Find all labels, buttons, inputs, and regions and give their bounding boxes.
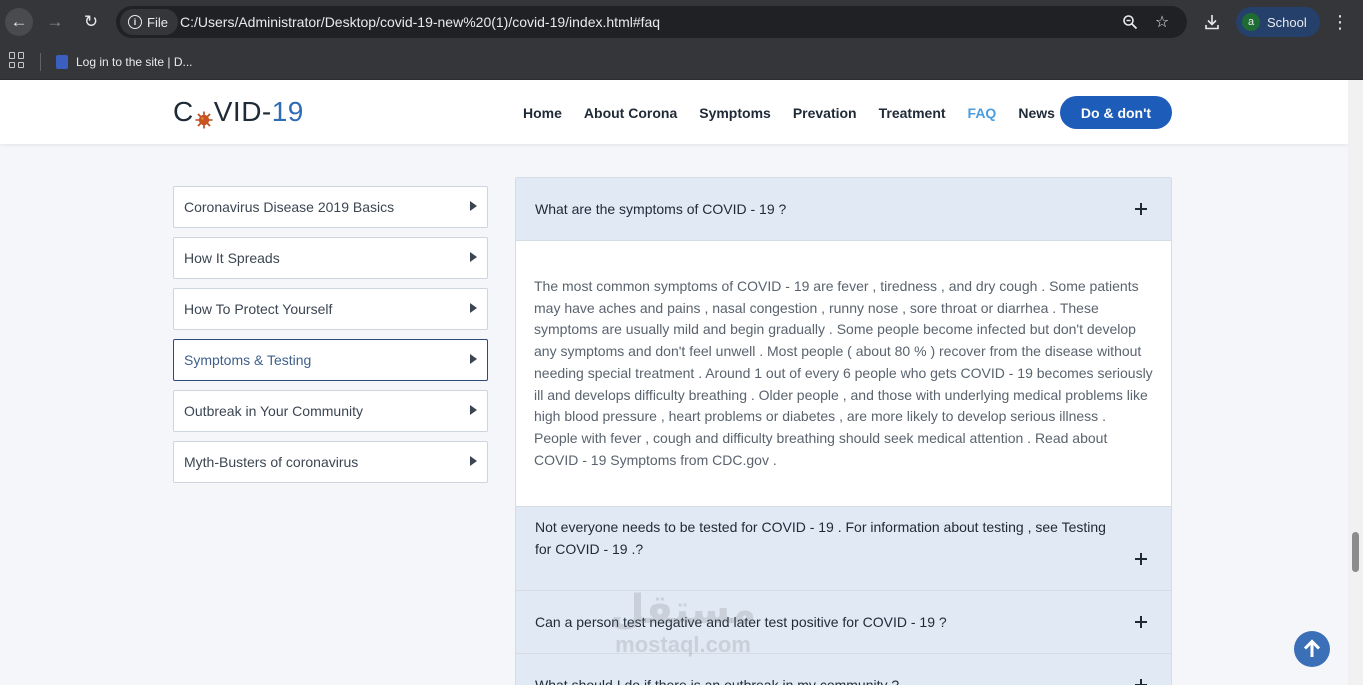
caret-right-icon: [470, 405, 477, 415]
sidebar-item-protect[interactable]: How To Protect Yourself: [173, 288, 488, 330]
nav-treatment[interactable]: Treatment: [879, 105, 946, 121]
faq-question-text: Not everyone needs to be tested for COVI…: [535, 519, 1106, 557]
faq-question-text: What should I do if there is an outbreak…: [535, 677, 900, 685]
url-text[interactable]: C:/Users/Administrator/Desktop/covid-19-…: [180, 14, 660, 30]
caret-right-icon: [470, 303, 477, 313]
faq-question-text: Can a person test negative and later tes…: [535, 614, 947, 630]
nav-faq[interactable]: FAQ: [968, 105, 997, 121]
profile-button[interactable]: a School: [1236, 7, 1320, 37]
bookmark-favicon-icon: [56, 55, 68, 69]
sidebar-item-spreads[interactable]: How It Spreads: [173, 237, 488, 279]
sidebar-item-basics[interactable]: Coronavirus Disease 2019 Basics: [173, 186, 488, 228]
faq-question[interactable]: What should I do if there is an outbreak…: [516, 654, 1171, 685]
sidebar-item-myth-busters[interactable]: Myth-Busters of coronavirus: [173, 441, 488, 483]
sidebar-item-label: Coronavirus Disease 2019 Basics: [184, 199, 395, 215]
page-viewport: C VID- 19 Home About Corona Symptoms Pre…: [0, 80, 1348, 685]
virus-icon: [195, 104, 213, 129]
address-bar[interactable]: i File C:/Users/Administrator/Desktop/co…: [116, 6, 1187, 38]
faq-question[interactable]: Can a person test negative and later tes…: [516, 591, 1171, 654]
bookmarks-divider: [40, 53, 41, 71]
reload-button[interactable]: ↻: [77, 8, 105, 36]
plus-icon[interactable]: [1135, 552, 1149, 566]
bookmark-item[interactable]: Log in to the site | D...: [56, 50, 193, 74]
sidebar-item-label: Myth-Busters of coronavirus: [184, 454, 359, 470]
logo-number: 19: [271, 96, 304, 127]
site-logo[interactable]: C VID- 19: [173, 96, 304, 129]
main-nav: Home About Corona Symptoms Prevation Tre…: [512, 96, 1066, 129]
sidebar-item-label: Outbreak in Your Community: [184, 403, 363, 419]
faq-accordion: What are the symptoms of COVID - 19 ? Th…: [515, 177, 1172, 685]
sidebar-item-label: How It Spreads: [184, 250, 280, 266]
nav-home[interactable]: Home: [523, 105, 562, 121]
back-button[interactable]: ←: [5, 8, 33, 36]
profile-name: School: [1267, 14, 1307, 30]
nav-about-corona[interactable]: About Corona: [584, 105, 677, 121]
caret-right-icon: [470, 252, 477, 262]
nav-news[interactable]: News: [1018, 105, 1055, 121]
site-chip-label: File: [147, 14, 168, 30]
nav-symptoms[interactable]: Symptoms: [699, 105, 771, 121]
bookmark-star-icon[interactable]: ☆: [1152, 12, 1172, 32]
browser-toolbar: ← → ↻ i File C:/Users/Administrator/Desk…: [0, 0, 1363, 44]
forward-button[interactable]: →: [41, 8, 69, 36]
apps-grid-icon[interactable]: [9, 52, 25, 68]
bookmark-label: Log in to the site | D...: [76, 55, 193, 69]
faq-question-text: What are the symptoms of COVID - 19 ?: [535, 201, 787, 217]
download-icon[interactable]: [1202, 12, 1222, 32]
caret-right-icon: [470, 201, 477, 211]
sidebar-item-label: How To Protect Yourself: [184, 301, 333, 317]
site-header: C VID- 19 Home About Corona Symptoms Pre…: [0, 80, 1348, 144]
scrollbar-thumb[interactable]: [1352, 532, 1359, 572]
faq-question[interactable]: What are the symptoms of COVID - 19 ?: [516, 178, 1171, 241]
faq-answer: The most common symptoms of COVID - 19 a…: [516, 241, 1171, 507]
page-scrollbar[interactable]: [1348, 80, 1363, 685]
arrow-up-icon: [1303, 639, 1321, 657]
plus-icon[interactable]: [1135, 202, 1149, 216]
scroll-to-top-button[interactable]: [1294, 631, 1330, 667]
info-icon: i: [128, 15, 142, 29]
faq-question[interactable]: Not everyone needs to be tested for COVI…: [516, 507, 1171, 591]
faq-category-sidebar: Coronavirus Disease 2019 Basics How It S…: [173, 186, 488, 492]
nav-prevation[interactable]: Prevation: [793, 105, 857, 121]
zoom-icon[interactable]: [1120, 12, 1140, 32]
more-menu-icon[interactable]: ⋮: [1330, 12, 1350, 32]
bookmarks-bar: Log in to the site | D...: [0, 44, 1363, 80]
caret-right-icon: [470, 354, 477, 364]
logo-letter: C: [173, 96, 194, 127]
site-info-chip[interactable]: i File: [120, 9, 178, 35]
plus-icon[interactable]: [1135, 615, 1149, 629]
sidebar-item-symptoms-testing[interactable]: Symptoms & Testing: [173, 339, 488, 381]
sidebar-item-outbreak[interactable]: Outbreak in Your Community: [173, 390, 488, 432]
logo-text: VID-: [213, 96, 272, 127]
plus-icon[interactable]: [1135, 678, 1149, 685]
sidebar-item-label: Symptoms & Testing: [184, 352, 312, 368]
do-and-dont-button[interactable]: Do & don't: [1060, 96, 1172, 129]
caret-right-icon: [470, 456, 477, 466]
avatar: a: [1242, 13, 1260, 31]
